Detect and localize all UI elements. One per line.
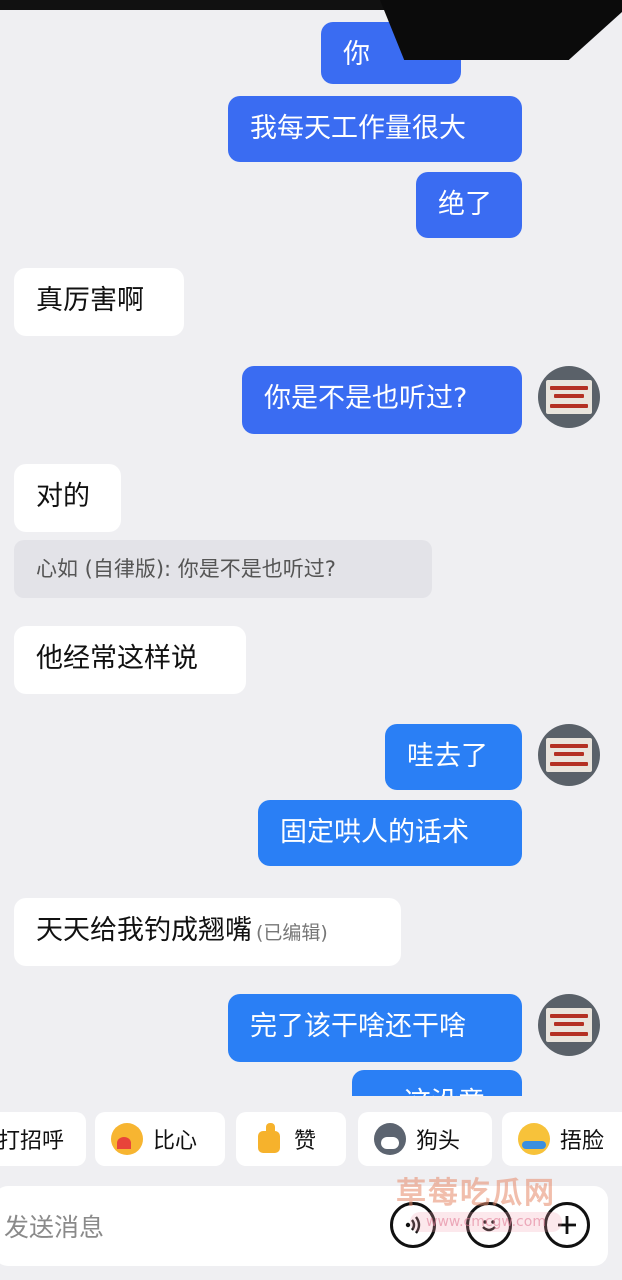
user-avatar[interactable] xyxy=(538,994,600,1056)
quick-reply-bar: 打招呼 比心 赞 狗头 捂脸 xyxy=(0,1112,622,1170)
screen-notch xyxy=(380,0,622,60)
message-bubble-incoming[interactable]: 真厉害啊 xyxy=(14,268,184,336)
message-bubble-outgoing[interactable]: 这没意 xyxy=(352,1070,522,1096)
message-bubble-outgoing[interactable]: 绝了 xyxy=(416,172,522,238)
quick-reply-like[interactable]: 赞 xyxy=(236,1112,346,1166)
quick-reply-doge[interactable]: 狗头 xyxy=(358,1112,492,1166)
dog-head-icon xyxy=(374,1123,406,1155)
message-bubble-outgoing[interactable]: 你是不是也听过? xyxy=(242,366,522,434)
message-bubble-outgoing[interactable]: 我每天工作量很大 xyxy=(228,96,522,162)
thumbs-up-icon xyxy=(252,1123,284,1155)
quick-reply-heart[interactable]: 比心 xyxy=(95,1112,225,1166)
message-bubble-outgoing[interactable]: 哇去了 xyxy=(385,724,522,790)
quick-reply-label: 捂脸 xyxy=(560,1129,605,1154)
watermark-text: 草莓吃瓜网 xyxy=(396,1176,556,1211)
watermark-url: www.cmcgw.com xyxy=(410,1212,562,1232)
quoted-reply[interactable]: 心如 (自律版): 你是不是也听过? xyxy=(14,540,432,598)
quick-reply-label: 打招呼 xyxy=(0,1129,65,1154)
facepalm-icon xyxy=(518,1123,550,1155)
quick-reply-greet[interactable]: 打招呼 xyxy=(0,1112,86,1166)
message-bubble-incoming[interactable]: 他经常这样说 xyxy=(14,626,246,694)
quick-reply-label: 比心 xyxy=(153,1129,198,1154)
heart-hands-icon xyxy=(111,1123,143,1155)
message-bubble-incoming[interactable]: 对的 xyxy=(14,464,121,532)
quick-reply-label: 狗头 xyxy=(416,1129,461,1154)
quick-reply-facepalm[interactable]: 捂脸 xyxy=(502,1112,622,1166)
chat-area[interactable]: 你 我每天工作量很大 绝了 真厉害啊 你是不是也听过? 对的 心如 (自律版):… xyxy=(0,0,622,1096)
message-text: 天天给我钓成翘嘴 xyxy=(36,915,252,946)
message-bubble-outgoing[interactable]: 完了该干啥还干啥 xyxy=(228,994,522,1062)
edited-label: (已编辑) xyxy=(256,922,328,944)
message-bubble-outgoing[interactable]: 固定哄人的话术 xyxy=(258,800,522,866)
user-avatar[interactable] xyxy=(538,724,600,786)
message-bubble-incoming[interactable]: 天天给我钓成翘嘴 (已编辑) xyxy=(14,898,401,966)
user-avatar[interactable] xyxy=(538,366,600,428)
message-input-placeholder[interactable]: 发送消息 xyxy=(4,1208,104,1244)
quick-reply-label: 赞 xyxy=(294,1129,317,1154)
